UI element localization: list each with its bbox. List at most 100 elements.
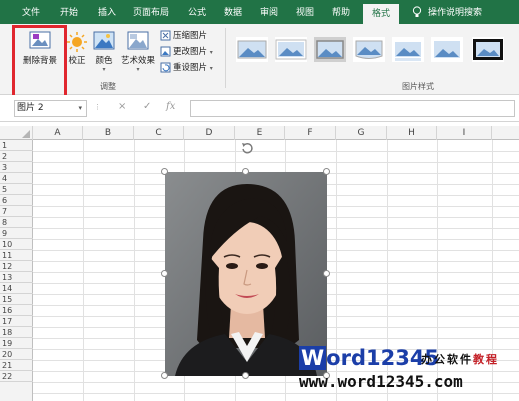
watermark-tagline: 办公软件教程: [421, 353, 499, 366]
more-options-icon: ⋮: [94, 103, 101, 111]
tab-formulas[interactable]: 公式: [180, 0, 214, 24]
rotate-handle-icon[interactable]: [240, 141, 254, 155]
column-header-i[interactable]: I: [437, 126, 492, 140]
row-header[interactable]: 22: [0, 371, 33, 382]
row-header[interactable]: 11: [0, 250, 33, 261]
compress-label: 压缩图片: [173, 31, 208, 41]
column-header-bar: A B C D E F G H I: [0, 126, 519, 140]
resize-handle-right[interactable]: [323, 270, 330, 277]
tab-insert[interactable]: 插入: [90, 0, 124, 24]
column-header-g[interactable]: G: [336, 126, 387, 140]
color-picture-icon: [93, 31, 115, 50]
compress-icon: [160, 30, 171, 41]
resize-handle-bottom[interactable]: [242, 372, 249, 379]
corrections-label: 校正: [68, 56, 86, 66]
tab-review[interactable]: 审阅: [252, 0, 286, 24]
ribbon-tab-bar: 文件 开始 插入 页面布局 公式 数据 审阅 视图 帮助 格式 操作说明搜索: [0, 0, 519, 24]
row-header[interactable]: 6: [0, 195, 33, 206]
row-header[interactable]: 1: [0, 140, 33, 151]
tab-format[interactable]: 格式: [363, 4, 399, 24]
change-picture-icon: [160, 46, 171, 57]
name-box[interactable]: 图片 2 ▾: [14, 100, 87, 117]
chevron-down-icon: ▾: [136, 66, 140, 73]
change-picture-label: 更改图片: [173, 47, 208, 57]
resize-handle-top-left[interactable]: [161, 168, 168, 175]
column-header-d[interactable]: D: [184, 126, 235, 140]
chevron-down-icon: ▾: [209, 49, 213, 56]
resize-handle-top[interactable]: [242, 168, 249, 175]
color-label: 颜色: [95, 56, 113, 66]
artistic-effects-label: 艺术效果: [120, 56, 155, 66]
row-header[interactable]: 14: [0, 283, 33, 294]
ribbon: 删除背景 校正 颜色 ▾ 艺术效果 ▾ 压缩图片 更改图片 ▾ 重设图片 ▾ 调…: [0, 24, 519, 95]
row-header[interactable]: 2: [0, 151, 33, 162]
row-header[interactable]: 19: [0, 338, 33, 349]
column-header-c[interactable]: C: [134, 126, 184, 140]
remove-background-highlight: [12, 25, 67, 105]
picture-style-thumbnail[interactable]: [236, 37, 268, 62]
row-header-bar: 1 2 3 4 5 6 7 8 9 10 11 12 13 14 15 16 1…: [0, 140, 33, 401]
tab-file[interactable]: 文件: [14, 0, 48, 24]
watermark-url: www.word12345.com: [299, 372, 463, 391]
row-header[interactable]: 12: [0, 261, 33, 272]
group-divider: [225, 28, 226, 88]
resize-handle-bottom-left[interactable]: [161, 372, 168, 379]
watermark-logo: Word12345: [299, 346, 440, 370]
sun-icon: [67, 32, 87, 52]
site-watermark: Word12345 办公软件教程 www.word12345.com: [293, 343, 519, 401]
color-button[interactable]: 颜色 ▾: [92, 30, 116, 73]
row-header[interactable]: 16: [0, 305, 33, 316]
reset-picture-button[interactable]: 重设图片 ▾: [160, 61, 213, 75]
column-header-e[interactable]: E: [235, 126, 285, 140]
enter-icon[interactable]: ✓: [143, 101, 151, 112]
row-header[interactable]: 15: [0, 294, 33, 305]
chevron-down-icon: ▾: [102, 66, 106, 73]
formula-input[interactable]: [190, 100, 515, 117]
reset-picture-label: 重设图片: [173, 63, 208, 73]
picture-style-thumbnail[interactable]: [275, 37, 307, 62]
cancel-icon[interactable]: ×: [118, 101, 126, 112]
column-header-a[interactable]: A: [33, 126, 83, 140]
row-header[interactable]: 3: [0, 162, 33, 173]
tab-data[interactable]: 数据: [216, 0, 250, 24]
name-box-value: 图片 2: [17, 103, 44, 113]
row-header[interactable]: 17: [0, 316, 33, 327]
picture-style-thumbnail[interactable]: [392, 37, 424, 62]
row-header[interactable]: 21: [0, 360, 33, 371]
lightbulb-icon[interactable]: [412, 6, 422, 18]
adjust-group-label: 调整: [100, 82, 116, 91]
row-header[interactable]: 9: [0, 228, 33, 239]
row-header[interactable]: 20: [0, 349, 33, 360]
row-header[interactable]: 18: [0, 327, 33, 338]
row-header[interactable]: 13: [0, 272, 33, 283]
tab-page-layout[interactable]: 页面布局: [128, 0, 174, 24]
row-header[interactable]: 8: [0, 217, 33, 228]
chevron-down-icon: ▾: [209, 65, 213, 72]
row-header[interactable]: 10: [0, 239, 33, 250]
row-header[interactable]: 7: [0, 206, 33, 217]
chevron-down-icon[interactable]: ▾: [78, 101, 82, 116]
column-header-b[interactable]: B: [83, 126, 134, 140]
tell-me-search[interactable]: 操作说明搜索: [428, 0, 490, 24]
tab-help[interactable]: 帮助: [324, 0, 358, 24]
row-header[interactable]: 4: [0, 173, 33, 184]
column-header-f[interactable]: F: [285, 126, 336, 140]
picture-style-thumbnail[interactable]: [353, 37, 385, 62]
row-header[interactable]: 5: [0, 184, 33, 195]
picture-style-thumbnail[interactable]: [431, 37, 463, 62]
tab-view[interactable]: 视图: [288, 0, 322, 24]
resize-handle-left[interactable]: [161, 270, 168, 277]
column-header-h[interactable]: H: [387, 126, 437, 140]
reset-picture-icon: [160, 62, 171, 73]
tab-home[interactable]: 开始: [52, 0, 86, 24]
compress-pictures-button[interactable]: 压缩图片: [160, 29, 207, 43]
picture-style-thumbnail[interactable]: [472, 37, 504, 62]
change-picture-button[interactable]: 更改图片 ▾: [160, 45, 213, 59]
resize-handle-top-right[interactable]: [323, 168, 330, 175]
picture-style-thumbnail[interactable]: [314, 37, 346, 62]
artistic-effects-button[interactable]: 艺术效果 ▾: [118, 30, 158, 73]
select-all-triangle: [22, 130, 30, 138]
picture-styles-group-label: 图片样式: [402, 82, 434, 91]
insert-function-icon[interactable]: fx: [166, 101, 175, 112]
artistic-effects-icon: [127, 31, 149, 50]
